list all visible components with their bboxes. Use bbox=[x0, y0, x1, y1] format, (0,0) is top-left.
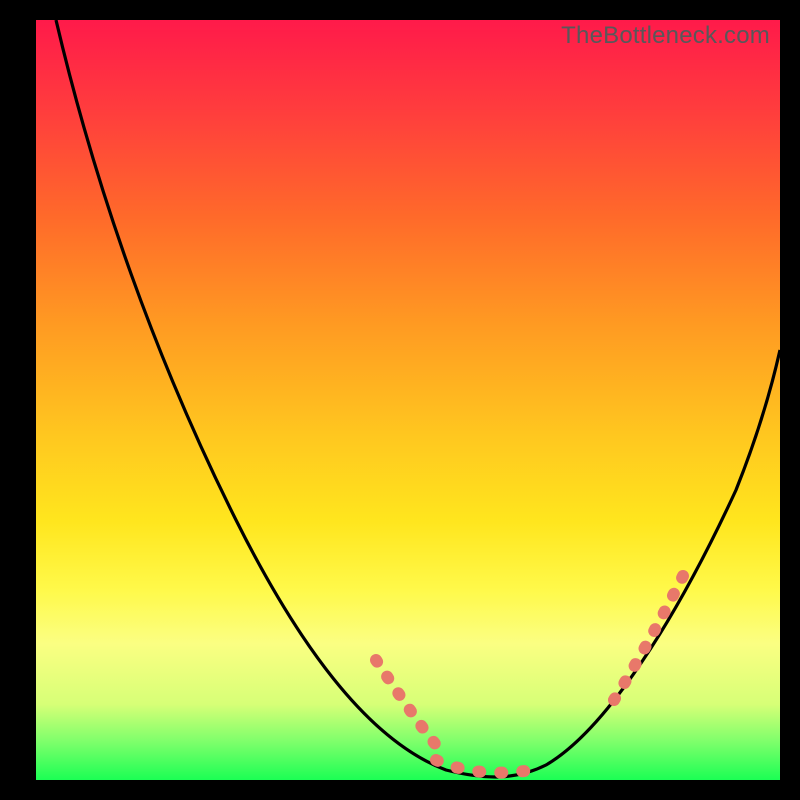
highlight-right bbox=[614, 570, 686, 700]
bottleneck-curve bbox=[36, 20, 780, 780]
highlight-bottom bbox=[436, 760, 541, 773]
curve-path bbox=[56, 20, 780, 777]
chart-area: TheBottleneck.com bbox=[36, 20, 780, 780]
